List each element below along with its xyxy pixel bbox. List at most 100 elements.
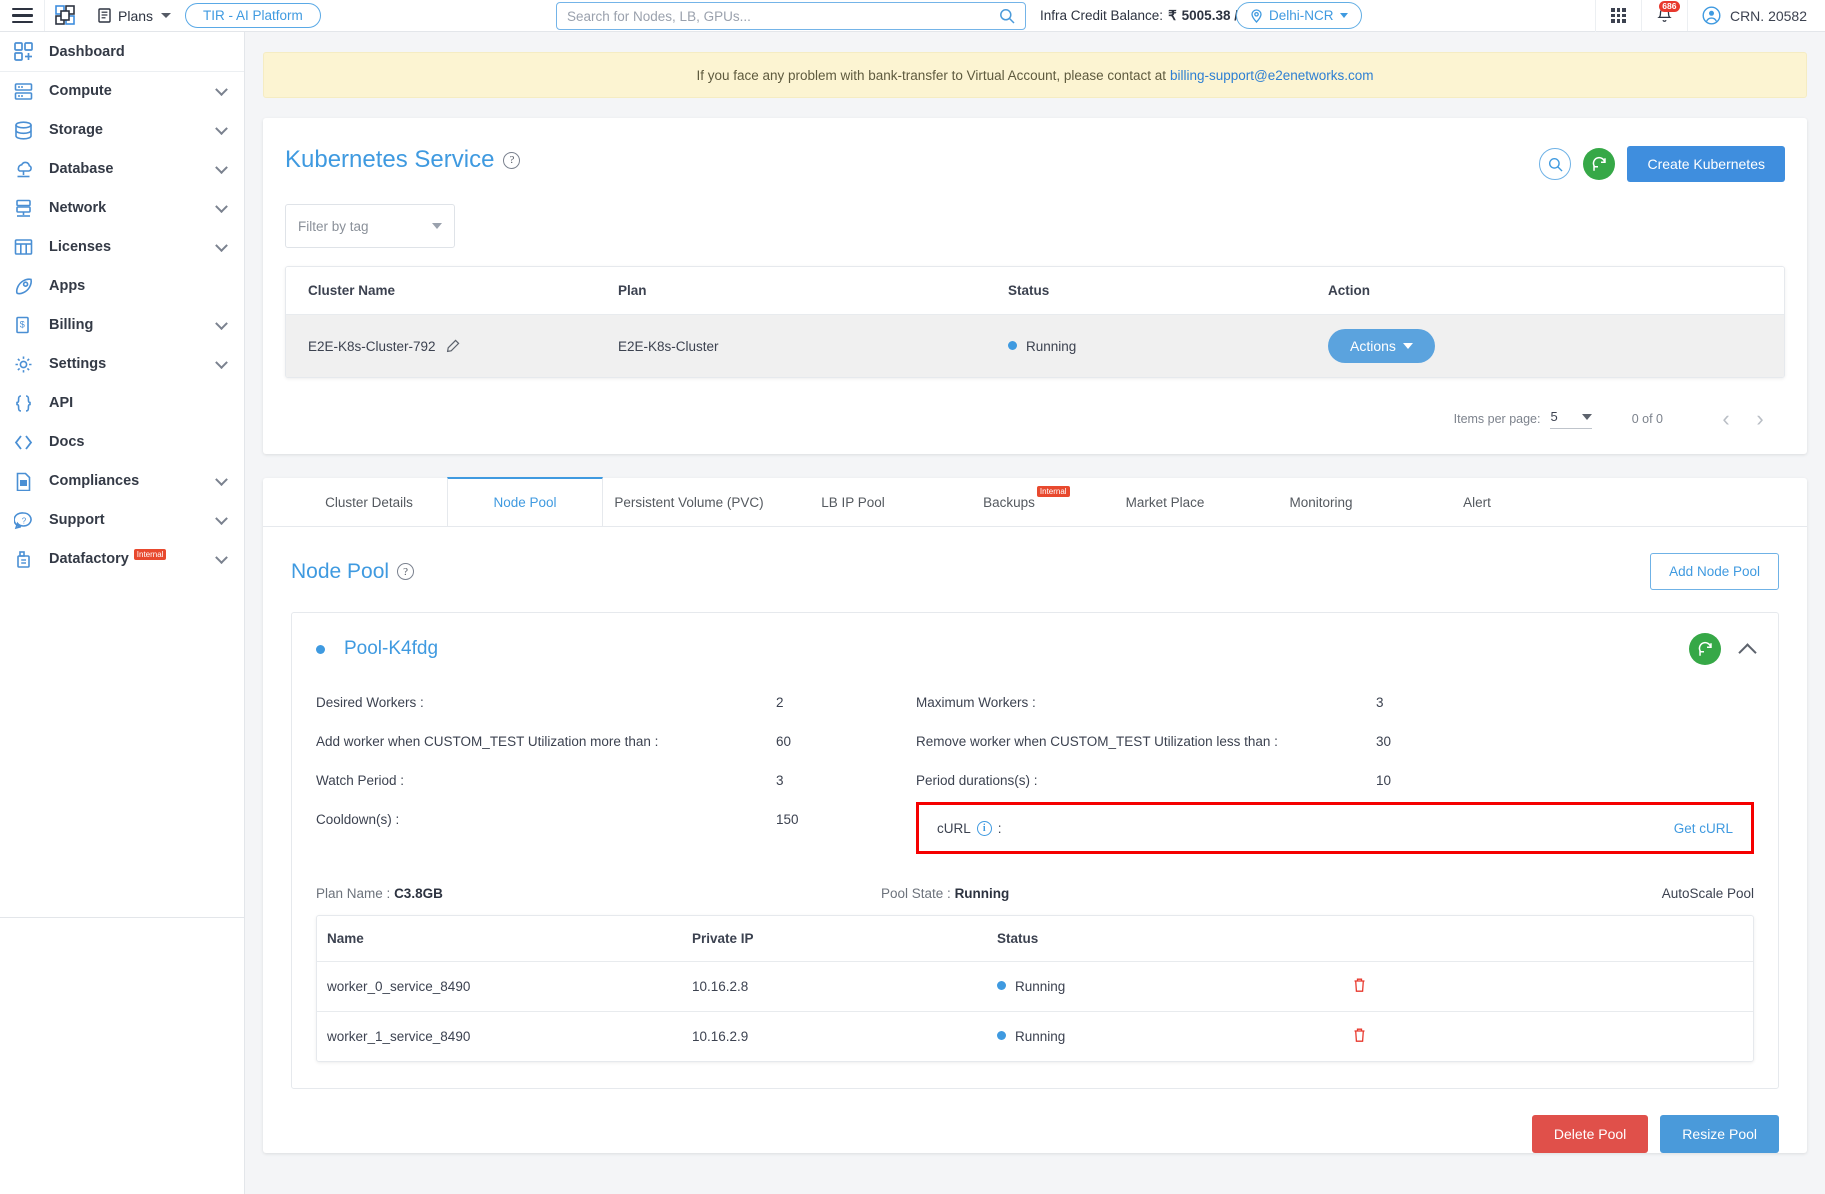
main-sidebar: Dashboard Compute Storage Database Network Li… — [0, 32, 245, 1194]
sidebar-item-storage[interactable]: Storage — [0, 111, 244, 150]
tab-monitoring[interactable]: Monitoring — [1243, 478, 1399, 526]
dashboard-icon — [14, 42, 40, 61]
tab-market-place[interactable]: Market Place — [1087, 478, 1243, 526]
hamburger-menu-icon[interactable] — [0, 0, 44, 31]
sidebar-item-label: Settings — [49, 356, 107, 372]
column-header: Status — [997, 931, 1039, 946]
sidebar-item-compute[interactable]: Compute — [0, 72, 244, 111]
tab-lb-ip-pool[interactable]: LB IP Pool — [775, 478, 931, 526]
detail-value: 150 — [776, 812, 799, 827]
pool-name-heading: Pool-K4fdg — [316, 638, 438, 660]
refresh-icon — [1592, 156, 1606, 171]
refresh-clusters-button[interactable] — [1583, 148, 1616, 180]
rocket-icon — [14, 277, 40, 296]
sidebar-item-label: Billing — [49, 317, 94, 333]
worker-ip-cell: 10.16.2.8 — [682, 961, 987, 1012]
column-header — [1352, 916, 1753, 962]
chevron-down-icon — [161, 13, 172, 18]
worker-name-cell: worker_0_service_8490 — [317, 961, 682, 1012]
previous-page-button[interactable]: ‹ — [1709, 402, 1743, 436]
global-search-box[interactable] — [556, 2, 1026, 30]
tab-alert[interactable]: Alert — [1399, 478, 1555, 526]
tab-cluster-details[interactable]: Cluster Details — [291, 478, 447, 526]
question-mark-icon[interactable]: ? — [503, 151, 521, 169]
search-clusters-button[interactable] — [1539, 148, 1572, 180]
get-curl-link[interactable]: Get cURL — [1674, 821, 1733, 836]
question-mark-icon[interactable]: ? — [397, 563, 415, 580]
table-header-row: Cluster Name Plan Status Action — [286, 267, 1784, 315]
add-node-pool-button[interactable]: Add Node Pool — [1650, 553, 1779, 590]
tir-ai-platform-button[interactable]: TIR - AI Platform — [185, 3, 321, 28]
refresh-pool-button[interactable] — [1689, 633, 1721, 665]
column-header: Name — [327, 931, 364, 946]
notifications-button[interactable]: 686 — [1640, 0, 1687, 32]
cloud-database-icon — [14, 160, 40, 179]
sidebar-item-docs[interactable]: Docs — [0, 423, 244, 462]
worker-status-cell: Running — [987, 1011, 1352, 1061]
status-dot — [997, 981, 1006, 990]
account-menu[interactable]: CRN. 20582 — [1686, 0, 1825, 31]
worker-status-cell: Running — [987, 961, 1352, 1012]
tab-label: Cluster Details — [325, 495, 413, 510]
sidebar-item-support[interactable]: ? Support — [0, 501, 244, 540]
filter-by-tag-label: Filter by tag — [298, 218, 369, 234]
sidebar-item-label: Network — [49, 200, 107, 216]
page-title-text: Kubernetes Service — [285, 146, 495, 173]
sidebar-item-label: Apps — [49, 278, 86, 294]
search-input[interactable] — [567, 8, 999, 24]
e2e-networks-logo[interactable] — [44, 0, 84, 31]
search-icon — [1000, 9, 1015, 24]
sidebar-item-dashboard[interactable]: Dashboard — [0, 32, 244, 72]
tab-node-pool[interactable]: Node Pool — [447, 477, 603, 526]
column-header: Private IP — [692, 931, 754, 946]
info-circle-icon[interactable]: i — [976, 820, 992, 836]
sidebar-item-apps[interactable]: Apps — [0, 267, 244, 306]
trash-icon[interactable] — [1352, 977, 1367, 993]
sidebar-item-compliances[interactable]: Compliances — [0, 462, 244, 501]
braces-icon — [14, 394, 40, 413]
search-icon — [1548, 157, 1563, 172]
billing-support-email-link[interactable]: billing-support@e2enetworks.com — [1170, 68, 1374, 83]
chevron-down-icon — [432, 223, 442, 229]
worker-delete-cell — [1352, 1011, 1753, 1061]
internal-badge: Internal — [1036, 486, 1070, 497]
plans-menu[interactable]: Plans — [84, 0, 183, 31]
sidebar-item-network[interactable]: Network — [0, 189, 244, 228]
chevron-up-icon[interactable] — [1738, 642, 1757, 662]
create-kubernetes-button[interactable]: Create Kubernetes — [1627, 146, 1785, 182]
sidebar-item-label: Database — [49, 161, 114, 177]
resize-pool-button[interactable]: Resize Pool — [1660, 1115, 1779, 1153]
tab-backups[interactable]: Backups Internal — [931, 478, 1087, 526]
license-grid-icon — [14, 238, 40, 257]
sidebar-item-licenses[interactable]: Licenses — [0, 228, 244, 267]
chevron-down-icon — [1339, 13, 1348, 18]
detail-value: 3 — [1376, 695, 1384, 710]
trash-icon[interactable] — [1352, 1027, 1367, 1043]
pencil-icon[interactable] — [446, 339, 460, 353]
chevron-down-icon — [1581, 413, 1592, 420]
actions-button[interactable]: Actions — [1328, 329, 1435, 363]
delete-pool-button[interactable]: Delete Pool — [1531, 1115, 1649, 1153]
chevron-down-icon — [215, 83, 228, 97]
gear-icon — [14, 355, 40, 374]
detail-label: Desired Workers : — [316, 695, 424, 710]
tab-persistent-volume-pvc[interactable]: Persistent Volume (PVC) — [603, 478, 775, 526]
filter-by-tag-select[interactable]: Filter by tag — [285, 204, 455, 248]
sidebar-item-database[interactable]: Database — [0, 150, 244, 189]
pool-status-dot — [316, 644, 325, 654]
pool-details-grid: Desired Workers : 2 Maximum Workers : 3 … — [316, 683, 1754, 854]
action-cell: Actions — [1306, 314, 1784, 377]
sidebar-item-billing[interactable]: $ Billing — [0, 306, 244, 345]
sidebar-item-api[interactable]: API — [0, 384, 244, 423]
plan-cell: E2E-K8s-Cluster — [596, 314, 986, 377]
items-per-page-select[interactable]: 5 — [1550, 409, 1592, 429]
sidebar-item-label: Docs — [49, 434, 85, 450]
sidebar-item-settings[interactable]: Settings — [0, 345, 244, 384]
apps-grid-button[interactable] — [1594, 0, 1641, 32]
pool-summary-row: Plan Name : C3.8GB Pool State : Running … — [316, 886, 1754, 901]
next-page-button[interactable]: › — [1743, 402, 1777, 436]
sidebar-item-datafactory[interactable]: Datafactory Internal — [0, 540, 244, 579]
worker-name-cell: worker_1_service_8490 — [317, 1011, 682, 1061]
table-row[interactable]: E2E-K8s-Cluster-792 E2E-K8s-Cluster Runnin… — [286, 314, 1784, 377]
region-selector[interactable]: Delhi-NCR — [1236, 2, 1362, 29]
